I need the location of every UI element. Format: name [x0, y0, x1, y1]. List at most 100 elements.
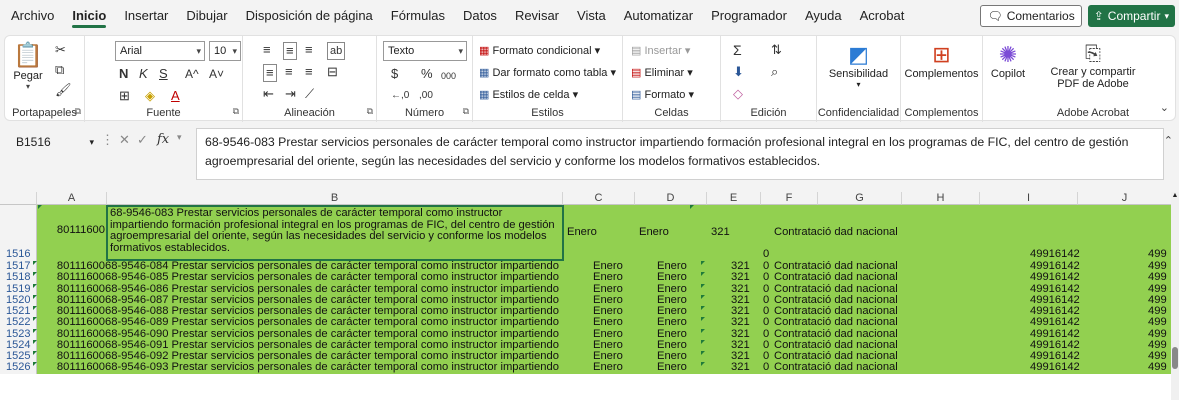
- autosum-button[interactable]: Σ: [733, 42, 742, 58]
- tab-3[interactable]: Dibujar: [177, 0, 236, 32]
- create-pdf-button[interactable]: ⎘ Crear y compartir PDF de Adobe: [1033, 42, 1153, 90]
- comments-button[interactable]: 🗨 Comentarios: [980, 5, 1082, 27]
- cell-a[interactable]: 80111600: [41, 295, 105, 306]
- cell-i[interactable]: 49916142: [1030, 249, 1090, 260]
- align-left-icon[interactable]: ≡: [263, 64, 277, 82]
- cell-e[interactable]: 321: [731, 295, 761, 306]
- fill-color-icon[interactable]: ◈: [145, 88, 155, 104]
- cell-i[interactable]: 49916142: [1030, 362, 1090, 373]
- formula-input[interactable]: 68-9546-083 Prestar servicios personales…: [196, 128, 1164, 180]
- cell-c[interactable]: Enero: [593, 295, 633, 306]
- cell-d[interactable]: Enero: [657, 351, 697, 362]
- cell-b[interactable]: 68-9546-084 Prestar servicios personales…: [105, 261, 563, 272]
- column-header-h[interactable]: H: [902, 192, 980, 205]
- conditional-format-button[interactable]: ▦ Formato condicional ▾: [479, 44, 600, 57]
- thousands-button[interactable]: 000: [441, 68, 456, 84]
- cell-b[interactable]: 68-9546-087 Prestar servicios personales…: [105, 295, 563, 306]
- cell-e[interactable]: 321: [731, 317, 761, 328]
- cell-a[interactable]: 80111600: [41, 362, 105, 373]
- insert-function-button[interactable]: fx: [157, 132, 169, 147]
- cell-c[interactable]: Enero: [593, 362, 633, 373]
- name-box[interactable]: B1516 ▾: [8, 132, 98, 152]
- cell-f[interactable]: 0: [763, 317, 773, 328]
- row-header[interactable]: 1526: [0, 362, 37, 374]
- worksheet-grid[interactable]: ABCDEFGHIJ 1516 80111600 68-9546-083 Prest…: [0, 192, 1179, 400]
- font-name-select[interactable]: Arial ▾: [115, 41, 205, 61]
- cell-e[interactable]: 321: [731, 272, 761, 283]
- chevron-up-icon[interactable]: ▲: [1171, 192, 1179, 199]
- cell-g[interactable]: Contratació dad nacional: [774, 306, 904, 317]
- sort-filter-icon[interactable]: ⇅: [771, 42, 782, 58]
- cell-c[interactable]: Enero: [593, 284, 633, 295]
- dialog-launcher-icon[interactable]: ⧉: [75, 106, 81, 117]
- format-painter-icon[interactable]: 🖌: [55, 82, 72, 98]
- cell-a[interactable]: 80111600: [41, 329, 105, 340]
- search-icon[interactable]: ⌕: [771, 64, 778, 80]
- cell-i[interactable]: 49916142: [1030, 261, 1090, 272]
- increase-indent-icon[interactable]: ⇥: [285, 86, 296, 102]
- cell-i[interactable]: 49916142: [1030, 284, 1090, 295]
- cell-a[interactable]: 80111600: [41, 340, 105, 351]
- tab-0[interactable]: Archivo: [2, 0, 63, 32]
- cell-b[interactable]: 68-9546-092 Prestar servicios personales…: [105, 351, 563, 362]
- tab-12[interactable]: Acrobat: [851, 0, 914, 32]
- font-size-select[interactable]: 10 ▾: [209, 41, 241, 61]
- copy-icon[interactable]: ⧉: [55, 62, 64, 78]
- decrease-decimal-button[interactable]: ,00: [419, 88, 433, 104]
- cell-g[interactable]: Contratació dad nacional: [774, 351, 904, 362]
- cell-c[interactable]: Enero: [593, 329, 633, 340]
- wrap-text-icon[interactable]: ab: [327, 42, 346, 60]
- cell-e[interactable]: 321: [731, 351, 761, 362]
- align-right-icon[interactable]: ≡: [305, 64, 313, 80]
- select-all-corner[interactable]: [0, 192, 37, 205]
- column-header-j[interactable]: J: [1078, 192, 1172, 205]
- cell-d[interactable]: Enero: [657, 295, 697, 306]
- cell-b[interactable]: 68-9546-088 Prestar servicios personales…: [105, 306, 563, 317]
- cell-f[interactable]: 0: [763, 329, 773, 340]
- align-top-icon[interactable]: ≡: [263, 42, 271, 58]
- italic-button[interactable]: K: [139, 66, 148, 82]
- column-header-f[interactable]: F: [761, 192, 818, 205]
- tab-11[interactable]: Ayuda: [796, 0, 851, 32]
- cell-i[interactable]: 49916142: [1030, 272, 1090, 283]
- addins-button[interactable]: ⊞ Complementos: [901, 42, 982, 80]
- cell-g[interactable]: Contratació dad nacional: [774, 272, 904, 283]
- cell-e[interactable]: 321: [731, 329, 761, 340]
- cell-g[interactable]: Contratació dad nacional: [774, 329, 904, 340]
- row-header[interactable]: 1522: [0, 317, 37, 329]
- cell-g[interactable]: Contratació dad nacional: [774, 362, 904, 373]
- cell-e[interactable]: 321: [731, 362, 761, 373]
- scrollbar-thumb[interactable]: [1172, 347, 1178, 369]
- dialog-launcher-icon[interactable]: ⧉: [233, 106, 239, 117]
- orientation-icon[interactable]: ⟋: [305, 86, 314, 102]
- dialog-launcher-icon[interactable]: ⧉: [463, 106, 469, 117]
- cell-c[interactable]: Enero: [593, 317, 633, 328]
- cell-g[interactable]: Contratació dad nacional: [774, 295, 904, 306]
- cell-d[interactable]: Enero: [639, 227, 699, 238]
- tab-6[interactable]: Datos: [454, 0, 506, 32]
- cell-d[interactable]: Enero: [657, 284, 697, 295]
- cell-d[interactable]: Enero: [657, 340, 697, 351]
- align-middle-icon[interactable]: ≡: [283, 42, 297, 60]
- collapse-ribbon-icon[interactable]: ⌄: [1160, 101, 1169, 114]
- row-header[interactable]: 1516: [0, 205, 37, 261]
- cell-a[interactable]: 80111600: [41, 261, 105, 272]
- cell-i[interactable]: 49916142: [1030, 317, 1090, 328]
- column-header-a[interactable]: A: [37, 192, 107, 205]
- merge-center-icon[interactable]: ⊟: [327, 64, 338, 80]
- column-header-g[interactable]: G: [818, 192, 902, 205]
- column-header-b[interactable]: B: [107, 192, 563, 205]
- cell-i[interactable]: 49916142: [1030, 295, 1090, 306]
- grow-font-button[interactable]: A^: [185, 66, 199, 82]
- cell-c[interactable]: Enero: [567, 227, 627, 238]
- align-center-icon[interactable]: ≡: [285, 64, 293, 80]
- cell-d[interactable]: Enero: [657, 317, 697, 328]
- cell-c[interactable]: Enero: [593, 340, 633, 351]
- percent-button[interactable]: %: [421, 66, 433, 82]
- tab-9[interactable]: Automatizar: [615, 0, 702, 32]
- cell-d[interactable]: Enero: [657, 362, 697, 373]
- cell-a[interactable]: 80111600: [41, 225, 105, 236]
- align-bottom-icon[interactable]: ≡: [305, 42, 313, 58]
- cell-c[interactable]: Enero: [593, 306, 633, 317]
- clear-icon[interactable]: ◇: [733, 86, 743, 102]
